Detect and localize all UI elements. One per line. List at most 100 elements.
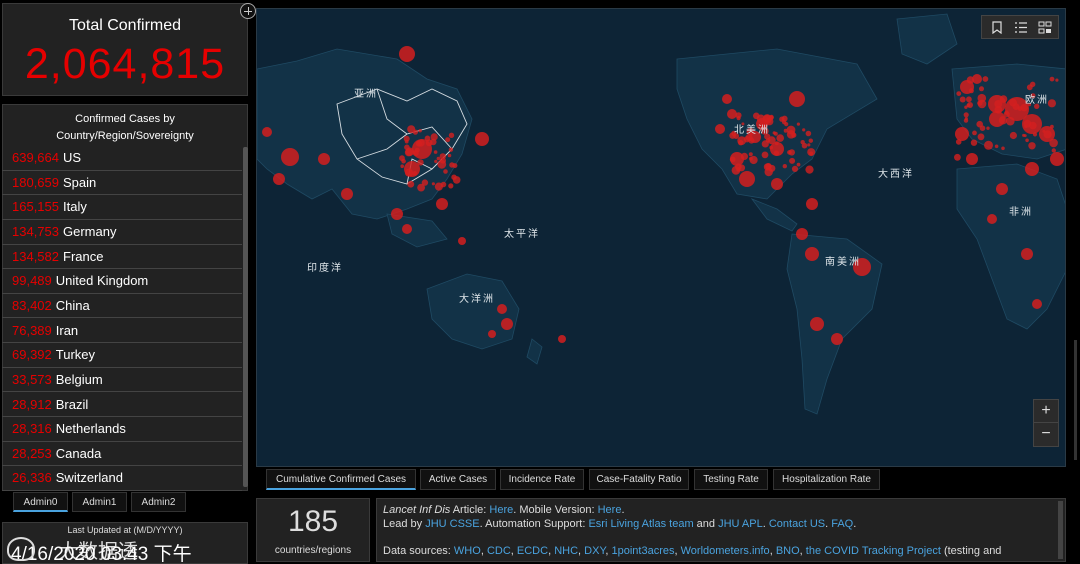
tab-active-cases[interactable]: Active Cases [420, 469, 496, 490]
country-row[interactable]: 83,402 China [2, 294, 242, 319]
case-dot[interactable] [391, 208, 403, 220]
data-source-link[interactable]: CDC [487, 545, 511, 557]
case-dot[interactable] [448, 132, 455, 138]
case-dot[interactable] [831, 333, 843, 345]
case-dot[interactable] [787, 150, 792, 155]
case-dot[interactable] [996, 183, 1008, 195]
data-source-link[interactable]: NHC [554, 545, 578, 557]
case-dot[interactable] [789, 91, 805, 107]
qr-icon[interactable] [1038, 21, 1052, 34]
case-dot[interactable] [986, 126, 990, 130]
data-source-link[interactable]: Worldometers.info [681, 545, 770, 557]
case-dot[interactable] [753, 112, 760, 120]
case-dot[interactable] [805, 247, 819, 261]
case-dot[interactable] [452, 176, 461, 184]
case-dot[interactable] [982, 76, 989, 82]
case-dot[interactable] [436, 156, 441, 161]
case-dot[interactable] [402, 224, 412, 234]
case-dot[interactable] [1030, 81, 1036, 88]
data-source-link[interactable]: ECDC [517, 545, 548, 557]
case-dot[interactable] [1032, 132, 1038, 137]
case-dot[interactable] [761, 140, 769, 148]
case-dot[interactable] [424, 135, 431, 142]
tab-admin1[interactable]: Admin1 [72, 492, 127, 512]
country-row[interactable]: 99,489 United Kingdom [2, 269, 242, 294]
case-dot[interactable] [1042, 129, 1046, 133]
tab-testing-rate[interactable]: Testing Rate [694, 469, 768, 490]
case-dot[interactable] [715, 124, 725, 134]
case-dot[interactable] [808, 138, 813, 143]
case-dot[interactable] [796, 228, 808, 240]
case-dot[interactable] [436, 198, 448, 210]
case-dot[interactable] [1050, 152, 1064, 166]
case-dot[interactable] [738, 164, 746, 172]
data-source-link[interactable]: 1point3acres [612, 545, 675, 557]
case-dot[interactable] [417, 159, 424, 166]
case-dot[interactable] [729, 156, 736, 163]
case-dot[interactable] [786, 130, 796, 139]
case-dot[interactable] [434, 159, 438, 164]
case-dot[interactable] [972, 130, 977, 136]
case-dot[interactable] [984, 140, 993, 150]
tab-admin2[interactable]: Admin2 [131, 492, 186, 512]
case-dot[interactable] [970, 139, 978, 146]
case-dot[interactable] [739, 171, 755, 187]
case-dot[interactable] [1022, 133, 1026, 137]
case-dot[interactable] [1009, 98, 1017, 107]
case-dot[interactable] [796, 122, 801, 126]
case-dot[interactable] [801, 142, 808, 149]
country-row[interactable]: 165,155 Italy [2, 195, 242, 220]
case-dot[interactable] [1047, 99, 1056, 108]
case-dot[interactable] [994, 144, 999, 149]
country-row[interactable]: 69,392 Turkey [2, 343, 242, 368]
tab-cumulative-confirmed[interactable]: Cumulative Confirmed Cases [266, 469, 416, 490]
country-row[interactable]: 76,389 Iran [2, 319, 242, 344]
country-row[interactable]: 134,582 France [2, 245, 242, 270]
case-dot[interactable] [497, 304, 507, 314]
case-dot[interactable] [805, 165, 814, 174]
case-dot[interactable] [452, 163, 458, 169]
case-dot[interactable] [448, 183, 454, 189]
case-dot[interactable] [722, 94, 732, 104]
case-dot[interactable] [994, 105, 1003, 114]
case-dot[interactable] [475, 132, 489, 146]
case-dot[interactable] [807, 143, 811, 147]
case-dot[interactable] [784, 122, 789, 127]
case-dot[interactable] [418, 129, 422, 133]
contact-link[interactable]: Contact US [769, 518, 825, 530]
page-scrollbar[interactable] [1074, 340, 1077, 460]
case-dot[interactable] [761, 151, 769, 159]
case-dot[interactable] [977, 133, 985, 141]
tab-case-fatality-ratio[interactable]: Case-Fatality Ratio [589, 469, 689, 490]
case-dot[interactable] [1006, 116, 1015, 126]
zoom-out-button[interactable]: − [1034, 423, 1058, 446]
country-row[interactable]: 33,573 Belgium [2, 368, 242, 393]
case-dot[interactable] [434, 182, 443, 191]
case-dot[interactable] [796, 162, 801, 167]
world-map[interactable]: 亚洲 北美洲 欧洲 大西洋 非洲 太平洋 印度洋 大洋洲 南美洲 + − [256, 8, 1066, 467]
case-dot[interactable] [318, 153, 330, 165]
case-dot[interactable] [968, 88, 974, 94]
case-dot[interactable] [443, 169, 448, 174]
country-row[interactable]: 639,664 US [2, 146, 242, 171]
country-row[interactable]: 26,336 Switzerland [2, 466, 242, 492]
case-dot[interactable] [727, 109, 737, 119]
country-row[interactable]: 180,659 Spain [2, 171, 242, 196]
case-dot[interactable] [966, 153, 978, 165]
case-dot[interactable] [955, 139, 962, 145]
case-dot[interactable] [979, 86, 984, 92]
case-dot[interactable] [955, 127, 969, 141]
case-dot[interactable] [976, 120, 983, 128]
case-dot[interactable] [749, 155, 758, 165]
country-row[interactable]: 28,253 Canada [2, 442, 242, 467]
case-dot[interactable] [966, 76, 975, 84]
case-dot[interactable] [417, 183, 425, 192]
case-dot[interactable] [806, 198, 818, 210]
tab-hospitalization-rate[interactable]: Hospitalization Rate [773, 469, 880, 490]
case-dot[interactable] [407, 125, 416, 134]
case-dot[interactable] [1021, 248, 1033, 260]
case-dot[interactable] [964, 117, 968, 121]
data-source-link[interactable]: DXY [584, 545, 605, 557]
bookmark-icon[interactable] [990, 21, 1004, 34]
case-dot[interactable] [789, 157, 796, 164]
